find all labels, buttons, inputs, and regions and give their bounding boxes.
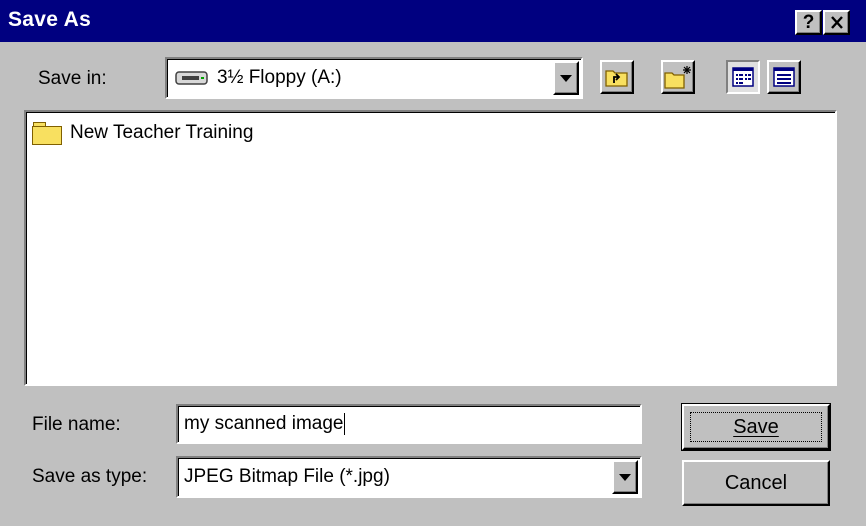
list-item-label: New Teacher Training [70, 122, 254, 143]
save-as-type-combo[interactable]: JPEG Bitmap File (*.jpg) [176, 456, 642, 498]
save-in-dropdown-button[interactable] [553, 61, 579, 95]
save-as-type-dropdown-button[interactable] [612, 460, 638, 494]
floppy-drive-icon [175, 71, 208, 85]
folder-icon [32, 122, 62, 145]
save-as-type-value-wrap: JPEG Bitmap File (*.jpg) [184, 458, 390, 496]
details-view-icon [773, 67, 795, 87]
file-name-input[interactable]: my scanned image [176, 404, 642, 444]
new-folder-icon [664, 66, 691, 89]
help-button[interactable]: ? [795, 10, 822, 35]
cancel-button[interactable]: Cancel [682, 460, 830, 506]
file-name-label: File name: [32, 414, 121, 435]
chevron-down-icon [619, 473, 631, 481]
chevron-down-icon [560, 74, 572, 82]
focus-rect [690, 412, 822, 442]
title-bar[interactable]: Save As ? [0, 0, 866, 44]
file-name-value: my scanned image [184, 413, 344, 434]
save-button[interactable]: Save [681, 403, 831, 451]
save-as-type-value: JPEG Bitmap File (*.jpg) [184, 466, 390, 487]
cancel-button-label: Cancel [724, 471, 788, 494]
save-in-value: 3½ Floppy (A:) [217, 67, 342, 88]
save-in-value-wrap: 3½ Floppy (A:) [175, 59, 342, 97]
file-name-value-wrap: my scanned image [184, 406, 346, 442]
new-folder-button[interactable] [661, 60, 695, 94]
close-button[interactable] [823, 10, 850, 35]
list-view-icon [732, 67, 754, 87]
details-view-button[interactable] [767, 60, 801, 94]
text-caret [344, 413, 346, 435]
save-in-combo[interactable]: 3½ Floppy (A:) [165, 57, 583, 99]
file-list[interactable] [24, 110, 837, 386]
up-one-level-button[interactable] [600, 60, 634, 94]
save-in-label: Save in: [38, 68, 107, 89]
close-icon [830, 16, 843, 29]
window-title: Save As [8, 8, 92, 31]
list-item[interactable]: New Teacher Training [32, 122, 254, 145]
list-view-button[interactable] [726, 60, 760, 94]
save-as-type-label: Save as type: [32, 466, 148, 487]
up-one-level-icon [605, 70, 628, 87]
